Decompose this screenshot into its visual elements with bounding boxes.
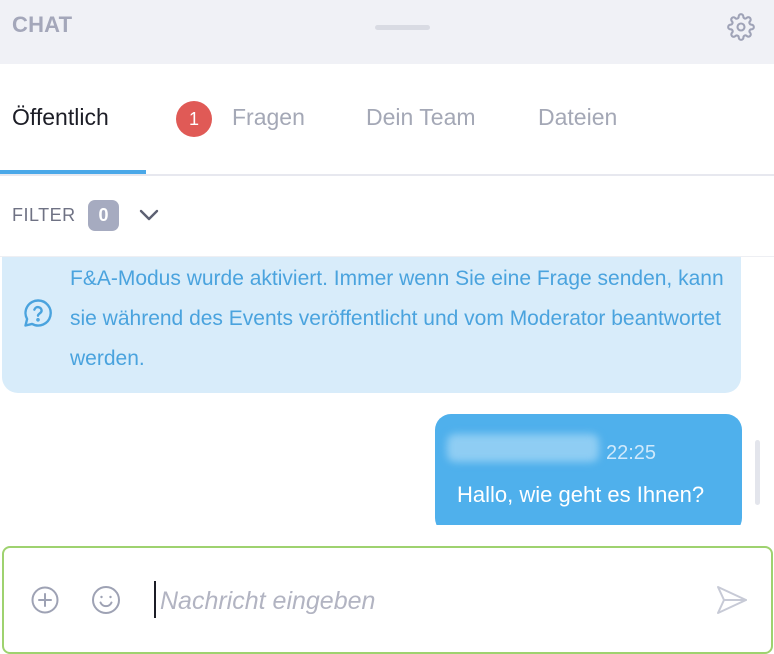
smiley-icon[interactable] (90, 584, 122, 616)
message-input[interactable] (158, 578, 682, 624)
tab-fragen[interactable]: Fragen (232, 104, 305, 131)
plus-circle-icon[interactable] (30, 585, 60, 615)
chat-tabs: Öffentlich 1 Fragen Dein Team Dateien (0, 64, 774, 176)
chat-title: CHAT (12, 12, 73, 37)
text-caret (154, 581, 156, 618)
scrollbar[interactable] (755, 440, 760, 505)
drag-handle[interactable] (375, 25, 430, 30)
chat-header: CHAT (0, 0, 774, 64)
message-bubble[interactable]: 22:25 Hallo, wie geht es Ihnen? (435, 414, 742, 525)
question-bubble-icon (24, 299, 52, 327)
sender-name-redacted (447, 434, 599, 462)
tab-dein-team[interactable]: Dein Team (366, 104, 476, 131)
message-composer (2, 546, 773, 654)
filter-count-badge: 0 (88, 200, 119, 231)
message-time: 22:25 (606, 442, 657, 464)
active-tab-indicator (0, 170, 146, 174)
chevron-down-icon[interactable] (138, 206, 160, 224)
message-text: Hallo, wie geht es Ihnen? (457, 482, 705, 507)
tab-oeffentlich[interactable]: Öffentlich (12, 104, 109, 131)
filter-bar: FILTER 0 (0, 176, 774, 257)
filter-label[interactable]: FILTER (12, 205, 76, 226)
message-list[interactable]: F&A-Modus wurde aktiviert. Immer wenn Si… (0, 257, 774, 525)
tab-dateien[interactable]: Dateien (538, 104, 617, 131)
send-icon[interactable] (715, 584, 749, 616)
qa-mode-notice: F&A-Modus wurde aktiviert. Immer wenn Si… (2, 257, 741, 393)
gear-icon[interactable] (727, 13, 755, 41)
qa-mode-text: F&A-Modus wurde aktiviert. Immer wenn Si… (70, 267, 724, 370)
questions-count-badge: 1 (176, 101, 212, 137)
